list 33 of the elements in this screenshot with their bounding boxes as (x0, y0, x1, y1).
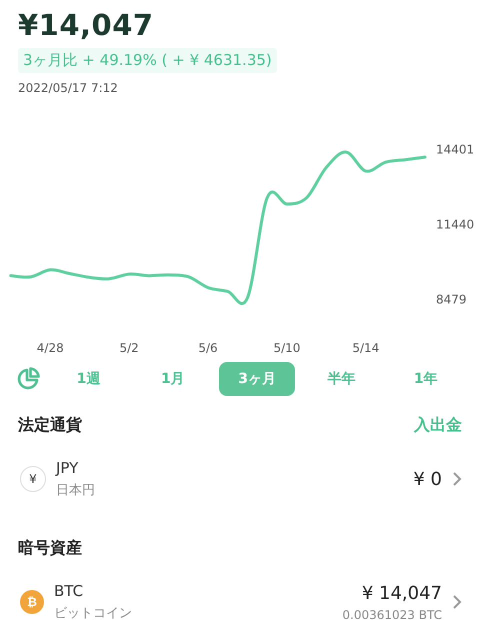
asset-row[interactable]: ₿ BTC ビットコイン ¥ 14,047 0.00361023 BTC (0, 559, 480, 640)
change-badge: 3ヶ月比 + 49.19% ( + ¥ 4631.35) (18, 48, 277, 73)
section-title: 暗号資産 (18, 538, 82, 559)
axis-label: 5/2 (119, 341, 139, 355)
coin-icon: ₿ (20, 590, 44, 614)
pie-chart-icon[interactable] (16, 366, 42, 392)
range-tab[interactable]: 3ヶ月 (219, 362, 296, 396)
range-tab[interactable]: 1週 (50, 362, 126, 396)
axis-label: 5/6 (198, 341, 218, 355)
axis-label: 5/10 (273, 341, 300, 355)
timestamp: 2022/05/17 7:12 (18, 81, 118, 95)
range-tab[interactable]: 1月 (134, 362, 211, 396)
section-title: 法定通貨 (18, 415, 82, 436)
axis-label: 11440 (436, 218, 474, 232)
asset-amount: ¥ 0 (413, 468, 442, 490)
axis-label: 14401 (436, 142, 474, 156)
asset-row[interactable]: ¥ JPY 日本円 ¥ 0 (0, 436, 480, 522)
asset-code: BTC (54, 582, 84, 600)
asset-code: JPY (56, 459, 78, 477)
asset-name: 日本円 (56, 482, 95, 499)
axis-label: 8479 (436, 292, 467, 306)
chevron-icon (452, 594, 462, 610)
range-tab[interactable]: 1年 (388, 362, 464, 396)
asset-name: ビットコイン (54, 605, 132, 622)
axis-label: 4/28 (36, 341, 64, 355)
currency-icon: ¥ (20, 466, 46, 492)
deposit-withdraw-link[interactable]: 入出金 (414, 415, 462, 436)
total-balance: ¥14,047 (18, 8, 154, 42)
range-tab[interactable]: 半年 (303, 362, 380, 396)
axis-label: 5/14 (352, 341, 380, 355)
chevron-icon (452, 471, 462, 487)
asset-amount: ¥ 14,047 (362, 582, 442, 604)
asset-quantity: 0.00361023 BTC (342, 608, 442, 622)
